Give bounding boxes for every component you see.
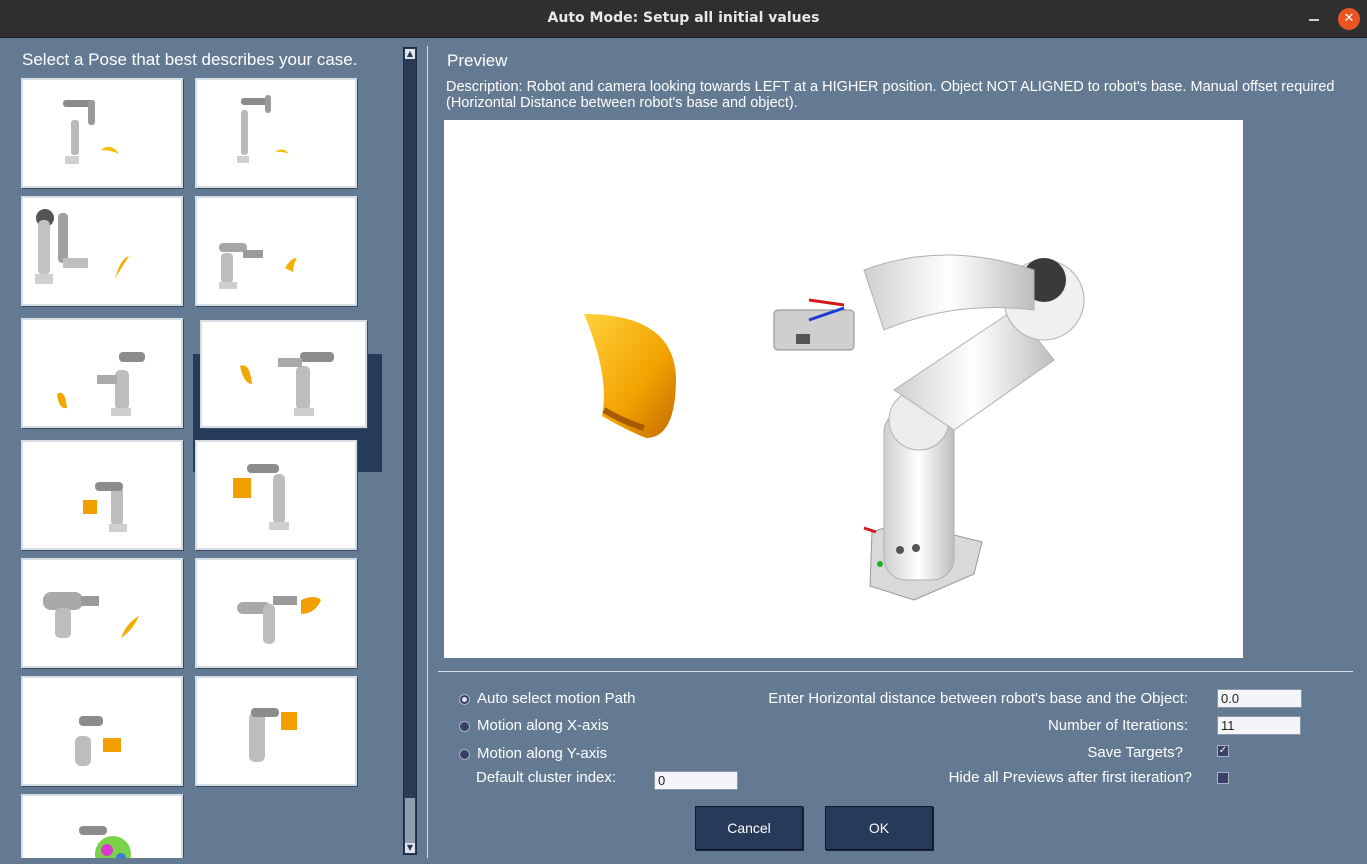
pose-thumbnail-2[interactable]: [195, 78, 357, 188]
cluster-index-label: Default cluster index:: [476, 769, 617, 786]
pose-thumbnail-list: [0, 78, 400, 858]
pose-thumbnail-8[interactable]: [195, 440, 357, 550]
robot-arm-icon: [219, 243, 297, 289]
scroll-down-icon[interactable]: ▼: [405, 843, 415, 853]
pose-thumbnail-5[interactable]: [21, 318, 183, 428]
hide-previews-label: Hide all Previews after first iteration?: [948, 769, 1192, 786]
pose-thumbnail-9[interactable]: [21, 558, 183, 668]
robot-arm-icon: [584, 254, 1085, 601]
radio-auto-path-label: Auto select motion Path: [477, 690, 636, 707]
save-targets-label: Save Targets?: [1087, 744, 1183, 761]
preview-description: Description: Robot and camera looking to…: [446, 79, 1335, 111]
checkmark-icon: ✓: [1218, 745, 1228, 756]
robot-arm-icon: [79, 826, 131, 858]
cluster-index-field[interactable]: 0: [654, 771, 738, 790]
window-title: Auto Mode: Setup all initial values: [547, 10, 820, 26]
robot-arm-icon: [43, 592, 139, 638]
robot-arm-icon: [249, 708, 297, 762]
scrollbar-thumb[interactable]: [405, 798, 415, 843]
pose-thumbnail-3[interactable]: [21, 196, 183, 306]
cancel-button[interactable]: Cancel: [695, 806, 803, 850]
robot-arm-icon: [83, 482, 127, 532]
preview-image: [444, 120, 1243, 658]
ok-button[interactable]: OK: [825, 806, 933, 850]
iterations-label: Number of Iterations:: [1047, 717, 1188, 734]
robot-arm-icon: [237, 95, 289, 163]
dialog-body: Select a Pose that best describes your c…: [0, 38, 1367, 864]
radio-y-axis-label: Motion along Y-axis: [477, 745, 608, 762]
pose-thumbnail-4[interactable]: [195, 196, 357, 306]
preview-heading: Preview: [447, 51, 508, 70]
iterations-field[interactable]: 11: [1217, 716, 1301, 735]
robot-arm-icon: [240, 352, 334, 416]
scroll-up-icon[interactable]: ▲: [405, 49, 415, 59]
minimize-icon[interactable]: [1303, 8, 1325, 30]
robot-arm-icon: [75, 716, 121, 766]
radio-y-axis[interactable]: [459, 749, 470, 760]
pose-thumbnail-6-selected[interactable]: [200, 320, 367, 428]
title-bar: Auto Mode: Setup all initial values ✕: [0, 0, 1367, 38]
robot-arm-icon: [233, 464, 289, 530]
panel-divider: [427, 46, 428, 858]
robot-arm-icon: [237, 596, 321, 644]
pose-thumbnail-7[interactable]: [21, 440, 183, 550]
close-icon[interactable]: ✕: [1338, 8, 1360, 30]
pose-thumbnail-1[interactable]: [21, 78, 183, 188]
pose-thumbnail-11[interactable]: [21, 676, 183, 786]
pose-list-heading: Select a Pose that best describes your c…: [22, 50, 358, 69]
pose-thumbnail-13[interactable]: [21, 794, 183, 858]
pose-list-scrollbar[interactable]: ▲ ▼: [403, 47, 417, 855]
robot-arm-icon: [63, 100, 119, 164]
distance-label: Enter Horizontal distance between robot'…: [768, 690, 1188, 707]
radio-x-axis[interactable]: [459, 721, 470, 732]
pose-thumbnail-10[interactable]: [195, 558, 357, 668]
hide-previews-checkbox[interactable]: [1217, 772, 1229, 784]
radio-x-axis-label: Motion along X-axis: [477, 717, 609, 734]
robot-arm-icon: [57, 352, 145, 416]
robot-arm-icon: [35, 209, 129, 284]
pose-thumbnail-12[interactable]: [195, 676, 357, 786]
distance-field[interactable]: 0.0: [1217, 689, 1302, 708]
radio-auto-path[interactable]: [459, 694, 470, 705]
options-divider: [438, 671, 1353, 672]
save-targets-checkbox[interactable]: ✓: [1217, 745, 1229, 757]
